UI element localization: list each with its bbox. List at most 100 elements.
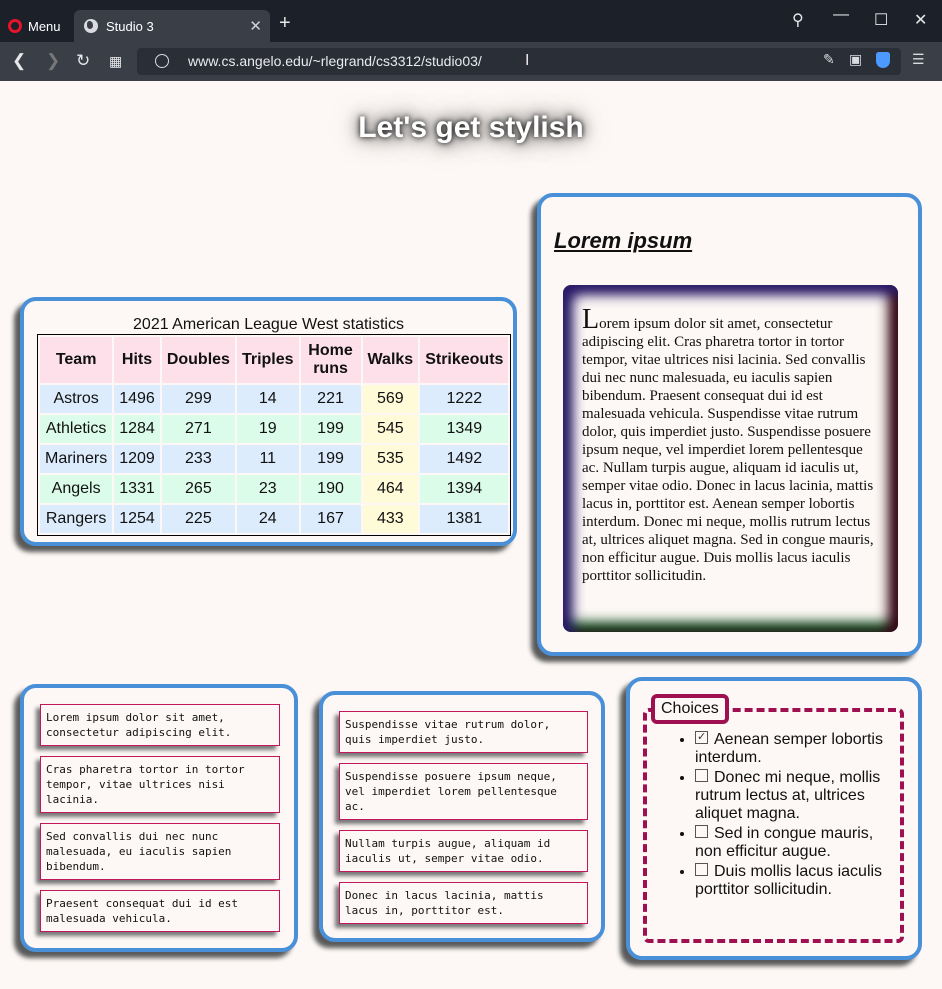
table-cell: 1284 — [114, 415, 160, 443]
note-item: Suspendisse vitae rutrum dolor, quis imp… — [339, 711, 588, 753]
new-tab-button[interactable]: + — [279, 12, 291, 35]
choices-legend: Choices — [651, 694, 729, 724]
minimize-icon[interactable]: — — [833, 6, 849, 24]
table-cell: 1349 — [420, 415, 509, 443]
camera-icon[interactable]: ▣ — [849, 51, 862, 68]
tab-close-icon[interactable]: ✕ — [249, 17, 262, 35]
header-strikeouts: Strikeouts — [420, 337, 509, 383]
table-cell: 1394 — [420, 475, 509, 503]
note-item: Cras pharetra tortor in tortor tempor, v… — [40, 756, 280, 813]
lorem-heading: Lorem ipsum — [554, 228, 693, 253]
notes-card-left: Lorem ipsum dolor sit amet, consectetur … — [20, 684, 298, 952]
lorem-paragraph: Lorem ipsum dolor sit amet, consectetur … — [582, 306, 882, 585]
table-cell: 14 — [236, 385, 299, 413]
search-icon[interactable]: ⚲ — [792, 10, 804, 30]
close-window-icon[interactable]: ✕ — [914, 10, 927, 30]
checkbox-icon[interactable] — [695, 863, 708, 876]
lorem-text-box: Lorem ipsum dolor sit amet, consectetur … — [563, 285, 898, 632]
maximize-icon[interactable]: ☐ — [874, 10, 888, 30]
site-info-icon[interactable] — [155, 54, 169, 68]
header-walks: Walks — [362, 337, 419, 383]
header-team: Team — [40, 337, 113, 383]
note-item: Nullam turpis augue, aliquam id iaculis … — [339, 830, 588, 872]
table-cell: 299 — [161, 385, 235, 413]
globe-icon — [84, 19, 98, 33]
choices-card: Choices Aenean semper lobortis interdum.… — [626, 677, 922, 960]
note-item: Lorem ipsum dolor sit amet, consectetur … — [40, 704, 280, 746]
table-cell: 225 — [161, 505, 235, 533]
table-cell: Angels — [40, 475, 113, 503]
reload-icon[interactable]: ↻ — [76, 51, 90, 71]
table-cell: 265 — [161, 475, 235, 503]
opera-menu-button[interactable]: Menu — [8, 14, 61, 38]
choice-item[interactable]: Duis mollis lacus iaculis porttitor soll… — [695, 863, 887, 899]
browser-toolbar: ❮ ❯ ↻ ▦ www.cs.angelo.edu/~rlegrand/cs33… — [0, 42, 942, 81]
page-title: Let's get stylish — [358, 111, 584, 144]
choices-list: Aenean semper lobortis interdum. Donec m… — [647, 728, 887, 901]
text-cursor-icon: I — [525, 52, 530, 69]
header-triples: Triples — [236, 337, 299, 383]
address-bar[interactable]: www.cs.angelo.edu/~rlegrand/cs3312/studi… — [137, 48, 901, 75]
table-cell: Astros — [40, 385, 113, 413]
easy-setup-icon[interactable]: ☰ — [912, 51, 925, 68]
table-row: Athletics 1284 271 19 199 545 1349 — [40, 415, 509, 443]
back-icon[interactable]: ❮ — [12, 51, 26, 71]
table-row: Mariners 1209 233 11 199 535 1492 — [40, 445, 509, 473]
note-item: Suspendisse posuere ipsum neque, vel imp… — [339, 763, 588, 820]
table-cell: 221 — [300, 385, 361, 413]
choice-label: Sed in congue mauris, non efficitur augu… — [695, 825, 874, 860]
menu-label: Menu — [28, 18, 61, 34]
lorem-body: orem ipsum dolor sit amet, consectetur a… — [582, 316, 874, 584]
table-cell: 545 — [362, 415, 419, 443]
table-cell: Mariners — [40, 445, 113, 473]
table-cell: 433 — [362, 505, 419, 533]
vpn-shield-icon[interactable] — [876, 52, 890, 68]
tab-title: Studio 3 — [106, 18, 154, 34]
table-cell: 233 — [161, 445, 235, 473]
choice-label: Duis mollis lacus iaculis porttitor soll… — [695, 863, 883, 898]
checkbox-checked-icon[interactable] — [695, 728, 708, 746]
note-item: Sed convallis dui nec nunc malesuada, eu… — [40, 823, 280, 880]
tab-studio-3[interactable]: Studio 3 ✕ — [74, 10, 270, 42]
lorem-card: Lorem ipsum Lorem ipsum dolor sit amet, … — [537, 193, 922, 656]
forward-icon[interactable]: ❯ — [46, 51, 60, 71]
choice-label: Aenean semper lobortis interdum. — [695, 731, 883, 766]
table-cell: 167 — [300, 505, 361, 533]
table-row: Rangers 1254 225 24 167 433 1381 — [40, 505, 509, 533]
table-caption: 2021 American League West statistics — [133, 316, 404, 333]
note-item: Praesent consequat dui id est malesuada … — [40, 890, 280, 932]
table-cell: 271 — [161, 415, 235, 443]
speed-dial-icon[interactable]: ▦ — [109, 51, 122, 71]
stats-table: Team Hits Doubles Triples Home runs Walk… — [37, 334, 512, 536]
table-cell: 1496 — [114, 385, 160, 413]
url-text[interactable]: www.cs.angelo.edu/~rlegrand/cs3312/studi… — [188, 53, 482, 69]
checkbox-icon[interactable] — [695, 769, 708, 782]
note-item: Donec in lacus lacinia, mattis lacus in,… — [339, 882, 588, 924]
drop-cap: L — [582, 304, 600, 335]
choice-item[interactable]: Sed in congue mauris, non efficitur augu… — [695, 825, 887, 861]
opera-logo-icon — [8, 19, 22, 33]
table-cell: 19 — [236, 415, 299, 443]
header-doubles: Doubles — [161, 337, 235, 383]
page-content: Let's get stylish 2021 American League W… — [0, 81, 942, 989]
choice-label: Donec mi neque, mollis rutrum lectus at,… — [695, 769, 881, 822]
checkbox-icon[interactable] — [695, 825, 708, 838]
table-cell: 11 — [236, 445, 299, 473]
table-header-row: Team Hits Doubles Triples Home runs Walk… — [40, 337, 509, 383]
table-cell: 1254 — [114, 505, 160, 533]
table-cell: 464 — [362, 475, 419, 503]
share-icon[interactable]: ✎ — [823, 51, 835, 68]
table-cell: Athletics — [40, 415, 113, 443]
table-cell: Rangers — [40, 505, 113, 533]
table-row: Astros 1496 299 14 221 569 1222 — [40, 385, 509, 413]
table-cell: 1331 — [114, 475, 160, 503]
table-cell: 1209 — [114, 445, 160, 473]
table-cell: 190 — [300, 475, 361, 503]
header-home-runs: Home runs — [300, 337, 361, 383]
choice-item[interactable]: Aenean semper lobortis interdum. — [695, 728, 887, 767]
browser-tab-bar: Menu Studio 3 ✕ + ⚲ — ☐ ✕ — [0, 0, 942, 42]
table-cell: 1381 — [420, 505, 509, 533]
table-cell: 1492 — [420, 445, 509, 473]
table-cell: 24 — [236, 505, 299, 533]
choice-item[interactable]: Donec mi neque, mollis rutrum lectus at,… — [695, 769, 887, 823]
